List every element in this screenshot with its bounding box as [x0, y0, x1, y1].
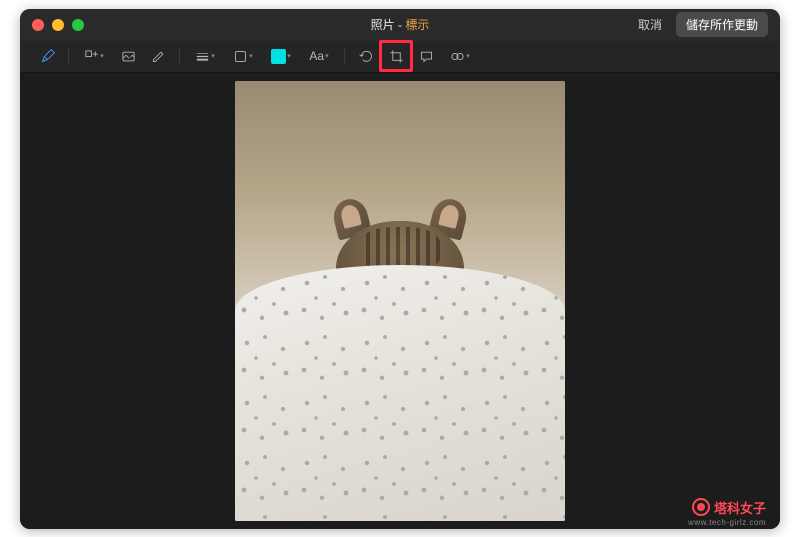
line-style-tool[interactable]: ▾ [188, 44, 222, 68]
photo-blanket [235, 265, 565, 520]
draw-tool[interactable] [145, 44, 171, 68]
chevron-down-icon: ▾ [211, 52, 215, 60]
photo-content [235, 81, 565, 521]
text-style-tool[interactable]: Aa▾ [302, 44, 336, 68]
rotate-tool[interactable] [353, 44, 379, 68]
window-title: 照片 - 標示 [371, 16, 430, 33]
shapes-icon [84, 49, 99, 64]
watermark: 塔科女子 [692, 498, 766, 517]
image-canvas[interactable]: 塔科女子 www.tech-girlz.com [20, 73, 780, 529]
chevron-down-icon: ▾ [287, 52, 291, 60]
save-button[interactable]: 儲存所作更動 [676, 12, 768, 37]
adjust-tool[interactable]: ▾ [443, 44, 477, 68]
image-insert-icon [121, 49, 136, 64]
border-style-tool[interactable]: ▾ [226, 44, 260, 68]
watermark-url: www.tech-girlz.com [688, 518, 766, 527]
speech-bubble-icon [419, 49, 434, 64]
marker-tool[interactable] [34, 44, 60, 68]
text-label: Aa [309, 49, 324, 63]
traffic-lights [32, 19, 84, 31]
rotate-icon [359, 49, 374, 64]
marker-icon [40, 49, 55, 64]
title-actions: 取消 儲存所作更動 [630, 12, 768, 37]
chevron-down-icon: ▾ [325, 52, 329, 60]
color-swatch-icon [271, 49, 286, 64]
crop-tool[interactable] [383, 44, 409, 68]
close-window-button[interactable] [32, 19, 44, 31]
chevron-down-icon: ▾ [466, 52, 470, 60]
border-icon [233, 49, 248, 64]
minimize-window-button[interactable] [52, 19, 64, 31]
fullscreen-window-button[interactable] [72, 19, 84, 31]
insert-image-tool[interactable] [115, 44, 141, 68]
adjust-icon [450, 49, 465, 64]
crop-icon [389, 49, 404, 64]
markup-toolbar: ▾ ▾ ▾ ▾ Aa▾ ▾ [20, 41, 780, 73]
watermark-text: 塔科女子 [714, 498, 766, 517]
chevron-down-icon: ▾ [249, 52, 253, 60]
titlebar: 照片 - 標示 取消 儲存所作更動 [20, 9, 780, 41]
separator [179, 48, 180, 64]
pencil-icon [151, 49, 166, 64]
shapes-tool[interactable]: ▾ [77, 44, 111, 68]
annotate-tool[interactable] [413, 44, 439, 68]
app-window: 照片 - 標示 取消 儲存所作更動 ▾ ▾ ▾ ▾ Aa▾ [20, 9, 780, 529]
line-weight-icon [195, 49, 210, 64]
cancel-button[interactable]: 取消 [630, 13, 670, 36]
app-name-label: 照片 [371, 18, 395, 32]
fill-color-tool[interactable]: ▾ [264, 44, 298, 68]
separator [68, 48, 69, 64]
watermark-logo-icon [692, 498, 710, 516]
mode-label: 標示 [405, 18, 429, 32]
chevron-down-icon: ▾ [100, 52, 104, 60]
separator [344, 48, 345, 64]
